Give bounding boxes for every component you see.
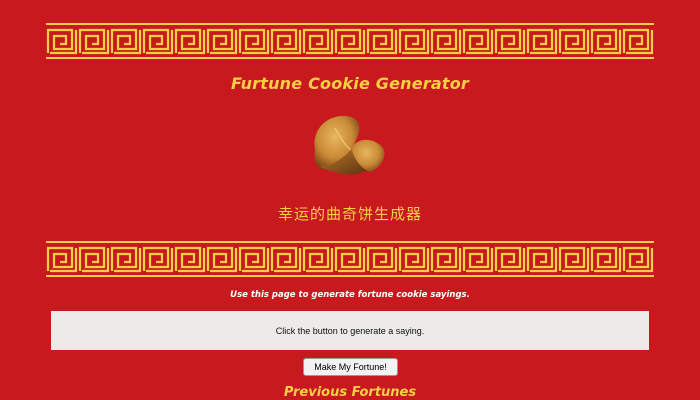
- fret-border-top: [46, 22, 654, 60]
- chinese-title: 幸运的曲奇饼生成器: [277, 205, 422, 223]
- previous-fortunes-heading: Previous Fortunes: [283, 385, 417, 400]
- fortune-output-text: Click the button to generate a saying.: [275, 325, 425, 336]
- fret-border-top-icon: [46, 22, 654, 60]
- page-title: Furtune Cookie Generator: [230, 74, 470, 93]
- fortune-cookie-icon: [314, 115, 385, 175]
- fret-border-middle-icon: [46, 240, 654, 278]
- intro-text: Use this page to generate fortune cookie…: [230, 290, 470, 300]
- fret-border-middle: [46, 240, 654, 278]
- make-fortune-button[interactable]: Make My Fortune!: [303, 358, 398, 376]
- fortune-cookie-image: [305, 108, 395, 188]
- fortune-output-box: Click the button to generate a saying.: [51, 311, 649, 350]
